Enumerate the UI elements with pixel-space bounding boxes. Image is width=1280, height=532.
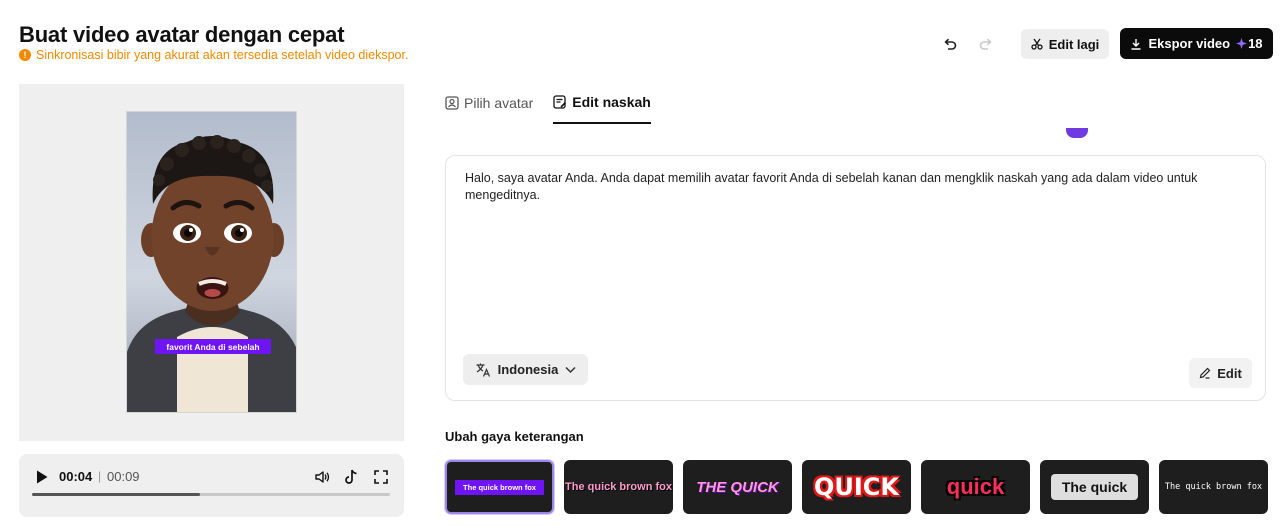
progress-fill (32, 493, 201, 496)
volume-button[interactable] (313, 468, 331, 486)
fullscreen-button[interactable] (372, 468, 390, 486)
current-time: 00:04 (59, 469, 93, 484)
edit-again-button[interactable]: Edit lagi (1021, 29, 1109, 59)
undo-icon (944, 38, 957, 50)
play-button[interactable] (35, 469, 49, 490)
redo-button[interactable] (976, 34, 996, 54)
caption-style-option[interactable]: THE QUICK (683, 460, 792, 514)
play-icon (37, 470, 48, 484)
page-title: Buat video avatar dengan cepat (19, 22, 345, 47)
caption-style-sample: The quick brown fox (1164, 482, 1263, 492)
language-label: Indonesia (497, 362, 559, 377)
language-select[interactable]: Indonesia (463, 354, 588, 385)
video-preview-panel: favorit Anda di sebelah (19, 84, 404, 441)
caption-style-option[interactable]: quick (921, 460, 1030, 514)
video-player-controls: 00:04 | 00:09 (19, 454, 404, 517)
sync-warning-text: Sinkronisasi bibir yang akurat akan ters… (36, 48, 409, 62)
tab-edit-naskah[interactable]: Edit naskah (553, 94, 651, 124)
scissors-icon (1031, 38, 1043, 50)
tiktok-button[interactable] (342, 468, 360, 486)
script-edit-icon (553, 95, 567, 109)
tiktok-icon (344, 469, 357, 484)
caption-style-option[interactable]: QUICK (802, 460, 911, 514)
edit-script-label: Edit (1217, 365, 1242, 381)
progress-bar[interactable] (32, 493, 390, 496)
caption-styles-list: The quick brown fox The quick brown fox … (444, 459, 1268, 515)
undo-button[interactable] (940, 34, 960, 54)
caption-style-sample: The quick brown fox (565, 481, 672, 493)
total-time: 00:09 (107, 469, 140, 484)
tab-pilih-avatar[interactable]: Pilih avatar (445, 94, 533, 124)
caption-style-sample: THE QUICK (696, 478, 779, 496)
sync-warning: ! Sinkronisasi bibir yang akurat akan te… (19, 48, 408, 62)
caption-style-option[interactable]: The quick brown fox (1159, 460, 1268, 514)
sparkle-icon (1236, 38, 1248, 49)
caption-styles-title: Ubah gaya keterangan (445, 429, 584, 444)
warning-icon: ! (19, 49, 31, 61)
caption-style-option[interactable]: The quick brown fox (444, 459, 555, 515)
caption-style-option[interactable]: The quick (1040, 460, 1149, 514)
export-label: Ekspor video (1148, 36, 1231, 51)
video-caption: favorit Anda di sebelah (155, 339, 271, 354)
caption-style-option[interactable]: The quick brown fox (564, 460, 673, 514)
edit-again-label: Edit lagi (1048, 36, 1100, 52)
avatar-select-icon (445, 96, 459, 110)
pencil-icon (1199, 367, 1211, 379)
toggle-switch[interactable] (1066, 128, 1088, 138)
tab-pilih-avatar-label: Pilih avatar (464, 95, 534, 111)
export-video-button[interactable]: Ekspor video 18 (1120, 28, 1273, 59)
caption-style-sample: quick (946, 474, 1005, 499)
avatar-video[interactable]: favorit Anda di sebelah (126, 111, 297, 413)
fullscreen-icon (374, 470, 388, 484)
caption-style-sample: The quick (1050, 474, 1139, 500)
redo-icon (979, 38, 992, 50)
right-panel-tabs: Pilih avatar Edit naskah (445, 94, 651, 124)
export-credits: 18 (1236, 36, 1263, 51)
script-text[interactable]: Halo, saya avatar Anda. Anda dapat memil… (465, 170, 1205, 204)
export-credits-value: 18 (1248, 36, 1263, 51)
caption-style-sample: QUICK (813, 473, 900, 501)
tab-edit-naskah-label: Edit naskah (572, 94, 651, 110)
chevron-down-icon (565, 366, 576, 373)
download-icon (1131, 38, 1141, 50)
script-editor[interactable]: Halo, saya avatar Anda. Anda dapat memil… (445, 155, 1266, 401)
edit-script-button[interactable]: Edit (1189, 358, 1252, 388)
avatar-image (127, 135, 296, 412)
volume-icon (315, 471, 330, 483)
caption-style-sample: The quick brown fox (455, 479, 544, 495)
translate-icon (476, 363, 490, 377)
time-separator: | (98, 469, 102, 483)
